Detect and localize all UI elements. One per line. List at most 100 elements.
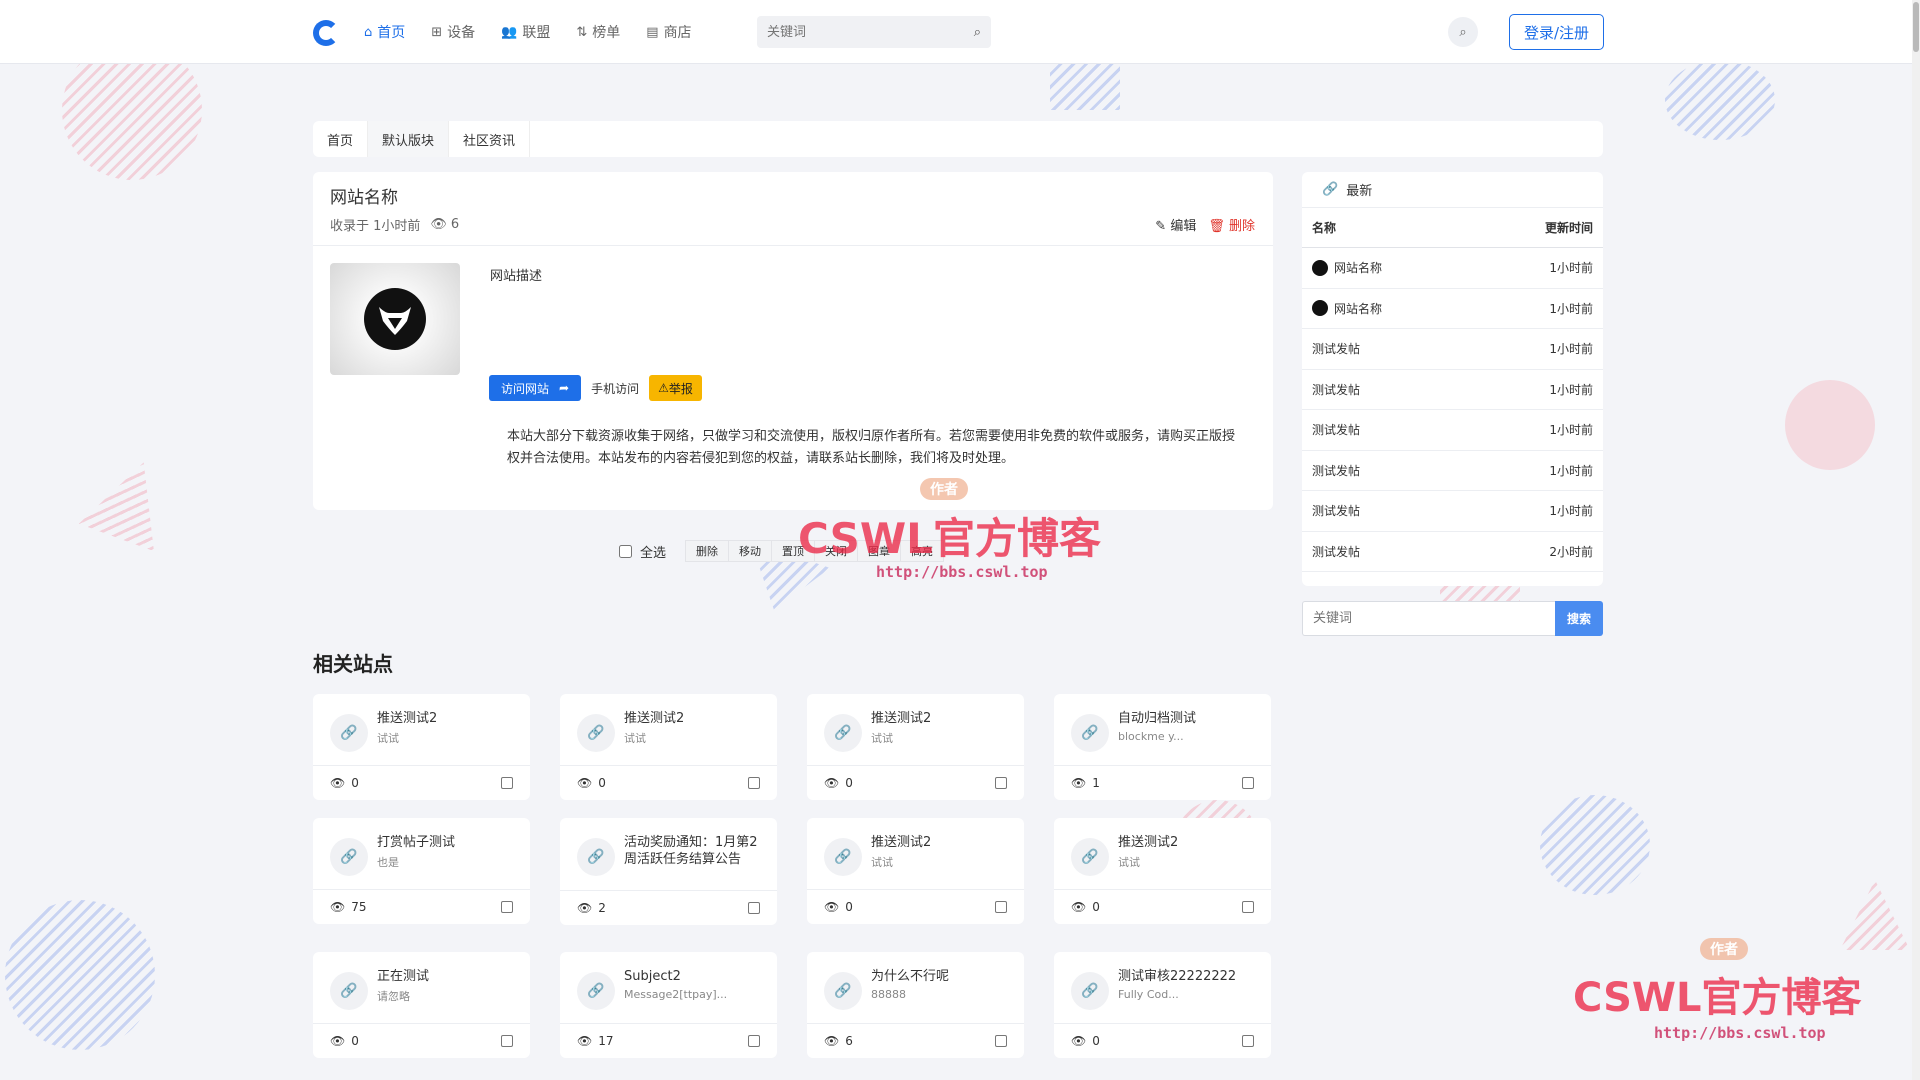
latest-row[interactable]: 测试发帖 1小时前: [1302, 410, 1603, 451]
top-header: ⌂ 首页 ⊞ 设备 👥 联盟 ⇅ 榜单 ▤ 商店 ⌕ ⌕ 登录/注册: [0, 0, 1920, 64]
view-count: 0: [351, 1034, 359, 1048]
link-icon: 🔗: [1071, 972, 1109, 1010]
latest-row-title[interactable]: 测试发帖: [1312, 381, 1360, 398]
delete-button[interactable]: 🗑 删除: [1208, 215, 1255, 234]
select-checkbox[interactable]: [501, 1035, 513, 1047]
related-site-card[interactable]: 🔗 推送测试2 试试 👁 0: [807, 694, 1024, 800]
search-icon[interactable]: ⌕: [1448, 17, 1478, 47]
sidebar-search-button[interactable]: 搜索: [1555, 601, 1603, 636]
nav-item-store[interactable]: ▤ 商店: [646, 22, 691, 42]
related-site-card[interactable]: 🔗 打赏帖子测试 也是 👁 75: [313, 818, 530, 924]
link-icon: 🔗: [577, 714, 615, 752]
breadcrumb-home[interactable]: 首页: [313, 121, 369, 157]
background-decoration: [1785, 380, 1875, 470]
nav-item-rankings[interactable]: ⇅ 榜单: [576, 22, 620, 42]
related-views: 👁 0: [1071, 1034, 1100, 1048]
related-card-footer: 👁 0: [1054, 1024, 1271, 1058]
breadcrumb-community-news[interactable]: 社区资讯: [449, 121, 531, 157]
visit-site-button[interactable]: 访问网站 ➦: [489, 375, 582, 401]
login-register-button[interactable]: 登录/注册: [1509, 14, 1604, 50]
latest-row[interactable]: 测试发帖 1小时前: [1302, 370, 1603, 410]
related-site-subtitle: 试试: [871, 732, 893, 745]
latest-row[interactable]: 测试发帖 1小时前: [1302, 329, 1603, 370]
related-site-name[interactable]: 测试审核22222222: [1118, 968, 1257, 985]
toolbar-move-button[interactable]: 移动: [728, 540, 773, 562]
column-name: 名称: [1312, 221, 1337, 235]
select-checkbox[interactable]: [995, 777, 1007, 789]
report-button[interactable]: ⚠ 举报: [649, 375, 702, 401]
related-site-card[interactable]: 🔗 推送测试2 试试 👁 0: [1054, 818, 1271, 924]
scrollbar[interactable]: [1912, 0, 1920, 1080]
select-checkbox[interactable]: [995, 1035, 1007, 1047]
scrollbar-thumb[interactable]: [1913, 2, 1919, 52]
related-site-subtitle: 也是: [377, 856, 399, 869]
site-logo-icon[interactable]: [313, 20, 339, 46]
related-views: 👁 17: [577, 1034, 614, 1048]
latest-row[interactable]: 测试发帖 2小时前: [1302, 532, 1603, 572]
link-icon: 🔗: [824, 972, 862, 1010]
select-all[interactable]: 全选: [619, 542, 666, 561]
related-site-card[interactable]: 🔗 活动奖励通知：1月第2周活跃任务结算公告 👁 2: [560, 818, 777, 925]
related-site-name[interactable]: 推送测试2: [871, 710, 1010, 727]
view-count: 0: [351, 776, 359, 790]
sidebar-search-input[interactable]: [1302, 601, 1555, 636]
nav-item-devices[interactable]: ⊞ 设备: [431, 22, 475, 42]
related-site-card[interactable]: 🔗 推送测试2 试试 👁 0: [807, 818, 1024, 924]
related-site-card[interactable]: 🔗 推送测试2 试试 👁 0: [560, 694, 777, 800]
select-checkbox[interactable]: [1242, 777, 1254, 789]
view-count: 0: [845, 900, 853, 914]
related-site-card[interactable]: 🔗 推送测试2 试试 👁 0: [313, 694, 530, 800]
related-site-name[interactable]: 正在测试: [377, 968, 516, 985]
related-site-card[interactable]: 🔗 为什么不行呢 88888 👁 6: [807, 952, 1024, 1058]
select-checkbox[interactable]: [748, 902, 760, 914]
select-checkbox[interactable]: [748, 1035, 760, 1047]
mobile-visit-button[interactable]: 手机访问: [591, 380, 639, 397]
header-search: ⌕: [757, 16, 991, 48]
select-checkbox[interactable]: [1242, 901, 1254, 913]
latest-row-title[interactable]: 测试发帖: [1312, 340, 1360, 357]
latest-row-title[interactable]: 网站名称: [1334, 259, 1382, 276]
latest-row[interactable]: 测试发帖 1小时前: [1302, 451, 1603, 491]
related-site-name[interactable]: 推送测试2: [377, 710, 516, 727]
toolbar-delete-button[interactable]: 删除: [685, 540, 730, 562]
view-count: 17: [598, 1034, 614, 1048]
nav-item-home[interactable]: ⌂ 首页: [364, 22, 405, 42]
related-site-name[interactable]: 打赏帖子测试: [377, 834, 516, 851]
related-site-card[interactable]: 🔗 正在测试 请忽略 👁 0: [313, 952, 530, 1058]
latest-row[interactable]: 测试发帖 1小时前: [1302, 491, 1603, 532]
main-nav: ⌂ 首页 ⊞ 设备 👥 联盟 ⇅ 榜单 ▤ 商店: [364, 0, 692, 64]
eye-icon: 👁: [1071, 776, 1087, 790]
related-site-name[interactable]: 推送测试2: [871, 834, 1010, 851]
latest-row-title[interactable]: 测试发帖: [1312, 502, 1360, 519]
select-all-checkbox[interactable]: [619, 544, 632, 558]
latest-row-title[interactable]: 网站名称: [1334, 300, 1382, 317]
select-checkbox[interactable]: [501, 901, 513, 913]
breadcrumb-default-section[interactable]: 默认版块: [368, 121, 450, 157]
select-checkbox[interactable]: [748, 777, 760, 789]
latest-row-title[interactable]: 测试发帖: [1312, 543, 1360, 560]
select-checkbox[interactable]: [1242, 1035, 1254, 1047]
related-site-name[interactable]: 活动奖励通知：1月第2周活跃任务结算公告: [624, 834, 763, 868]
select-checkbox[interactable]: [501, 777, 513, 789]
related-site-name[interactable]: 为什么不行呢: [871, 968, 1010, 985]
related-views: 👁 0: [577, 776, 606, 790]
related-site-card[interactable]: 🔗 自动归档测试 blockme y... 👁 1: [1054, 694, 1271, 800]
latest-row[interactable]: 网站名称 1小时前: [1302, 289, 1603, 329]
related-site-card[interactable]: 🔗 测试审核22222222 Fully Cod... 👁 0: [1054, 952, 1271, 1058]
search-icon[interactable]: ⌕: [974, 25, 981, 40]
select-checkbox[interactable]: [995, 901, 1007, 913]
link-icon: 🔗: [824, 714, 862, 752]
latest-row-title[interactable]: 测试发帖: [1312, 462, 1360, 479]
related-site-name[interactable]: 推送测试2: [1118, 834, 1257, 851]
latest-row-title[interactable]: 测试发帖: [1312, 421, 1360, 438]
latest-row[interactable]: 网站名称 1小时前: [1302, 248, 1603, 289]
nav-item-alliance[interactable]: 👥 联盟: [501, 22, 550, 42]
sidebar-search: 搜索: [1302, 601, 1603, 636]
eye-icon: 👁: [577, 1034, 593, 1048]
edit-button[interactable]: ✎ 编辑: [1155, 215, 1196, 234]
related-site-name[interactable]: 自动归档测试: [1118, 710, 1257, 727]
related-site-name[interactable]: Subject2: [624, 968, 763, 985]
related-site-name[interactable]: 推送测试2: [624, 710, 763, 727]
related-site-card[interactable]: 🔗 Subject2 Message2[ttpay]... 👁 17: [560, 952, 777, 1058]
header-search-input[interactable]: [767, 24, 974, 40]
